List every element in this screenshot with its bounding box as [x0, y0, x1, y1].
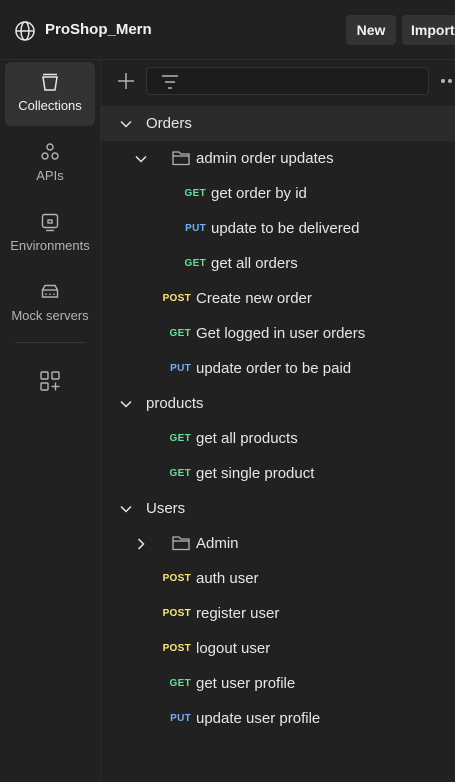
environments-icon [41, 213, 59, 232]
method-badge: GET [169, 468, 191, 479]
plus-icon[interactable] [117, 72, 135, 90]
rail-item-label: APIs [36, 168, 64, 183]
rail-item-collections[interactable]: Collections [5, 62, 95, 126]
request-row[interactable]: GET Get logged in user orders [101, 316, 455, 351]
workspace-name[interactable]: ProShop_Mern [45, 21, 152, 38]
request-row[interactable]: PUT update order to be paid [101, 351, 455, 386]
request-name: get order by id [211, 185, 307, 202]
chevron-down-icon[interactable] [119, 502, 133, 516]
chevron-down-icon[interactable] [119, 397, 133, 411]
request-name: auth user [196, 570, 259, 587]
folder-name: admin order updates [196, 150, 334, 167]
collection-name: Users [146, 500, 186, 517]
new-button[interactable]: New [346, 15, 396, 45]
request-row[interactable]: POST Create new order [101, 281, 455, 316]
request-row[interactable]: GET get single product [101, 456, 455, 491]
rail-divider [15, 342, 85, 343]
request-name: get single product [196, 465, 315, 482]
request-name: get all products [196, 430, 298, 447]
collection-name: Orders [146, 115, 192, 132]
request-name: get all orders [211, 255, 298, 272]
method-badge: PUT [170, 713, 191, 724]
request-row[interactable]: POST auth user [101, 561, 455, 596]
rail-item-mock-servers[interactable]: Mock servers [5, 272, 95, 336]
collections-icon [42, 73, 58, 91]
rail-item-label: Mock servers [11, 308, 89, 323]
method-badge: POST [162, 608, 191, 619]
request-row[interactable]: GET get user profile [101, 666, 455, 701]
request-row[interactable]: POST logout user [101, 631, 455, 666]
request-row[interactable]: POST register user [101, 596, 455, 631]
method-badge: GET [184, 188, 206, 199]
collection-row-users[interactable]: Users [101, 491, 455, 526]
folder-icon [172, 536, 190, 551]
request-row[interactable]: PUT update to be delivered [101, 211, 455, 246]
chevron-down-icon[interactable] [134, 152, 148, 166]
request-name: Get logged in user orders [196, 325, 366, 342]
request-name: logout user [196, 640, 271, 657]
request-row[interactable]: GET get all orders [101, 246, 455, 281]
rail-item-label: Collections [18, 98, 82, 113]
folder-icon [172, 151, 190, 166]
mock-servers-icon [41, 284, 59, 298]
request-row[interactable]: GET get all products [101, 421, 455, 456]
method-badge: PUT [185, 223, 206, 234]
more-options-icon[interactable] [440, 78, 455, 84]
workspace-header: ProShop_Mern New Import [0, 0, 455, 60]
sidebar-rail: Collections APIs Environments Mock serve… [0, 60, 101, 782]
request-row[interactable]: GET get order by id [101, 176, 455, 211]
collections-panel: Orders admin order updates GET get order… [101, 60, 455, 782]
rail-item-apis[interactable]: APIs [5, 132, 95, 196]
globe-icon [15, 21, 35, 41]
folder-name: Admin [196, 535, 239, 552]
request-name: update to be delivered [211, 220, 360, 237]
collection-row-products[interactable]: products [101, 386, 455, 421]
method-badge: GET [169, 328, 191, 339]
apis-icon [41, 143, 59, 160]
method-badge: POST [162, 643, 191, 654]
method-badge: POST [162, 573, 191, 584]
request-row[interactable]: PUT update user profile [101, 701, 455, 736]
method-badge: GET [169, 433, 191, 444]
request-name: update order to be paid [196, 360, 352, 377]
request-name: get user profile [196, 675, 296, 692]
request-name: Create new order [196, 290, 312, 307]
chevron-down-icon[interactable] [119, 117, 133, 131]
folder-row-admin-order-updates[interactable]: admin order updates [101, 141, 455, 176]
method-badge: GET [169, 678, 191, 689]
request-name: register user [196, 605, 280, 622]
collection-row-orders[interactable]: Orders [101, 106, 455, 141]
import-button[interactable]: Import [402, 15, 455, 45]
rail-item-label: Environments [10, 238, 90, 253]
method-badge: GET [184, 258, 206, 269]
folder-row-admin[interactable]: Admin [101, 526, 455, 561]
filter-icon [162, 75, 178, 89]
collection-name: products [146, 395, 204, 412]
method-badge: PUT [170, 363, 191, 374]
add-panel-icon[interactable] [39, 370, 61, 392]
filter-input[interactable] [146, 67, 429, 95]
chevron-right-icon[interactable] [134, 537, 148, 551]
request-name: update user profile [196, 710, 321, 727]
method-badge: POST [162, 293, 191, 304]
rail-item-environments[interactable]: Environments [5, 202, 95, 266]
